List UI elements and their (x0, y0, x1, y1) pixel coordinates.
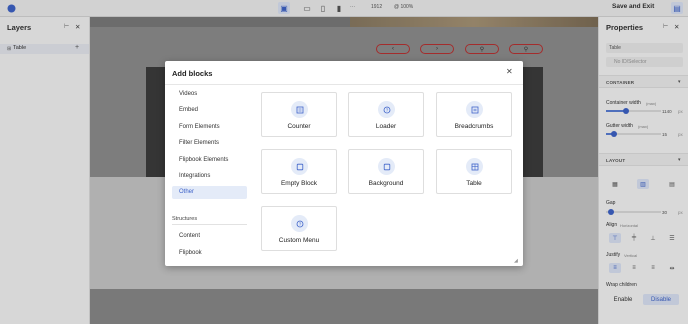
custom-menu-icon: ? (291, 215, 308, 232)
category-integrations[interactable]: Integrations (172, 170, 247, 183)
modal-title: Add blocks (172, 69, 213, 78)
structures-divider (172, 224, 247, 225)
block-card-counter[interactable]: Counter (261, 92, 337, 137)
block-card-label: Counter (287, 123, 311, 130)
category-form-elements[interactable]: Form Elements (172, 121, 247, 134)
svg-text:?: ? (385, 107, 388, 112)
breadcrumbs-icon (466, 101, 483, 118)
block-card-label: Empty Block (280, 180, 318, 187)
structure-flipbook[interactable]: Flipbook (172, 247, 247, 260)
structures-heading: Structures (172, 216, 198, 222)
table-icon (466, 158, 483, 175)
block-card-empty-block[interactable]: Empty Block (261, 149, 337, 194)
empty-block-icon (291, 158, 308, 175)
block-card-label: Background (368, 180, 404, 187)
block-card-label: Table (466, 180, 482, 187)
svg-text:?: ? (298, 221, 301, 226)
block-card-label: Breadcrumbs (454, 123, 494, 130)
block-card-loader[interactable]: ? Loader (348, 92, 424, 137)
category-flipbook-elements[interactable]: Flipbook Elements (172, 154, 247, 167)
modal-header: Add blocks ✕ (165, 61, 523, 85)
structure-content[interactable]: Content (172, 230, 247, 243)
resize-handle-icon[interactable]: ◢ (514, 258, 518, 264)
background-icon (378, 158, 395, 175)
block-card-label: Loader (375, 123, 397, 130)
block-card-table[interactable]: Table (436, 149, 512, 194)
counter-icon (291, 101, 308, 118)
category-filter-elements[interactable]: Filter Elements (172, 137, 247, 150)
block-card-background[interactable]: Background (348, 149, 424, 194)
category-embed[interactable]: Embed (172, 104, 247, 117)
block-card-breadcrumbs[interactable]: Breadcrumbs (436, 92, 512, 137)
close-icon[interactable]: ✕ (506, 67, 513, 76)
category-videos[interactable]: Videos (172, 88, 247, 101)
loader-icon: ? (378, 101, 395, 118)
category-other[interactable]: Other (172, 186, 247, 199)
block-card-custom-menu[interactable]: ? Custom Menu (261, 206, 337, 251)
add-blocks-dialog: Add blocks ✕ Videos Embed Form Elements … (165, 61, 523, 266)
block-card-label: Custom Menu (278, 237, 320, 244)
